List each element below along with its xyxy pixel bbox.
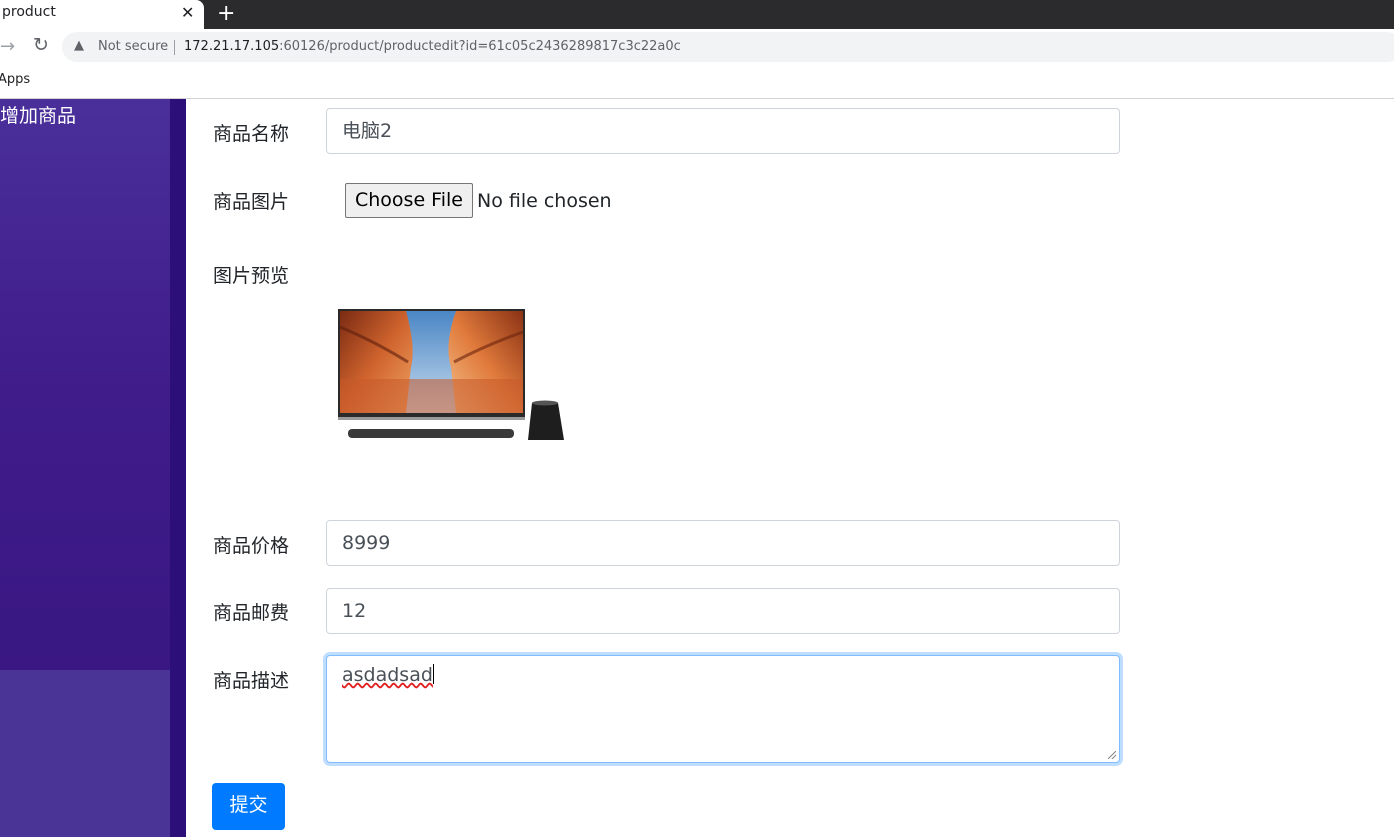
warning-icon[interactable]: ▲ bbox=[74, 38, 84, 53]
choose-file-button[interactable]: Choose File bbox=[345, 183, 473, 218]
product-name-input[interactable]: 电脑2 bbox=[326, 108, 1120, 154]
address-separator bbox=[174, 40, 175, 55]
sidebar-item-add-product[interactable]: 增加商品 bbox=[0, 101, 76, 128]
product-name-label: 商品名称 bbox=[213, 123, 290, 145]
browser-toolbar: → ↻ ▲ Not secure 172.21.17.105:60126/pro… bbox=[0, 29, 1394, 65]
url-host: 172.21.17.105 bbox=[184, 39, 280, 54]
browser-tab-strip: product ✕ + bbox=[0, 0, 1394, 29]
text-caret bbox=[432, 664, 434, 684]
security-label[interactable]: Not secure bbox=[98, 39, 168, 54]
sidebar-footer bbox=[0, 670, 170, 837]
close-tab-icon[interactable]: ✕ bbox=[181, 3, 194, 22]
bookmarks-bar: Apps bbox=[0, 65, 1394, 99]
submit-button[interactable]: 提交 bbox=[212, 783, 285, 830]
resize-grip-icon[interactable] bbox=[1108, 751, 1116, 759]
product-price-input[interactable]: 8999 bbox=[326, 520, 1120, 566]
page-content: 增加商品 商品名称 电脑2 商品图片 Choose File No file c… bbox=[0, 99, 1394, 837]
url-text[interactable]: 172.21.17.105:60126/product/productedit?… bbox=[184, 39, 681, 54]
sidebar: 增加商品 bbox=[0, 99, 170, 837]
product-shipping-input[interactable]: 12 bbox=[326, 588, 1120, 634]
sidebar-edge bbox=[170, 99, 186, 837]
product-preview-image bbox=[338, 309, 564, 440]
product-image-label: 商品图片 bbox=[213, 191, 290, 213]
product-shipping-label: 商品邮费 bbox=[213, 602, 290, 624]
browser-tab[interactable]: product ✕ bbox=[0, 0, 204, 29]
url-path: :60126/product/productedit?id=61c05c2436… bbox=[279, 39, 681, 54]
file-status-text: No file chosen bbox=[477, 190, 612, 212]
product-price-label: 商品价格 bbox=[213, 535, 290, 557]
address-bar[interactable]: ▲ Not secure 172.21.17.105:60126/product… bbox=[62, 32, 1394, 62]
reload-icon[interactable]: ↻ bbox=[33, 34, 49, 56]
product-description-textarea[interactable]: asdadsad bbox=[326, 655, 1120, 763]
new-tab-button[interactable]: + bbox=[217, 1, 235, 26]
forward-arrow-icon[interactable]: → bbox=[0, 36, 15, 57]
description-text: asdadsad bbox=[342, 664, 433, 686]
bookmark-apps[interactable]: Apps bbox=[0, 72, 30, 87]
tab-title: product bbox=[2, 4, 56, 20]
image-preview-label: 图片预览 bbox=[213, 265, 290, 287]
product-description-label: 商品描述 bbox=[213, 670, 290, 692]
